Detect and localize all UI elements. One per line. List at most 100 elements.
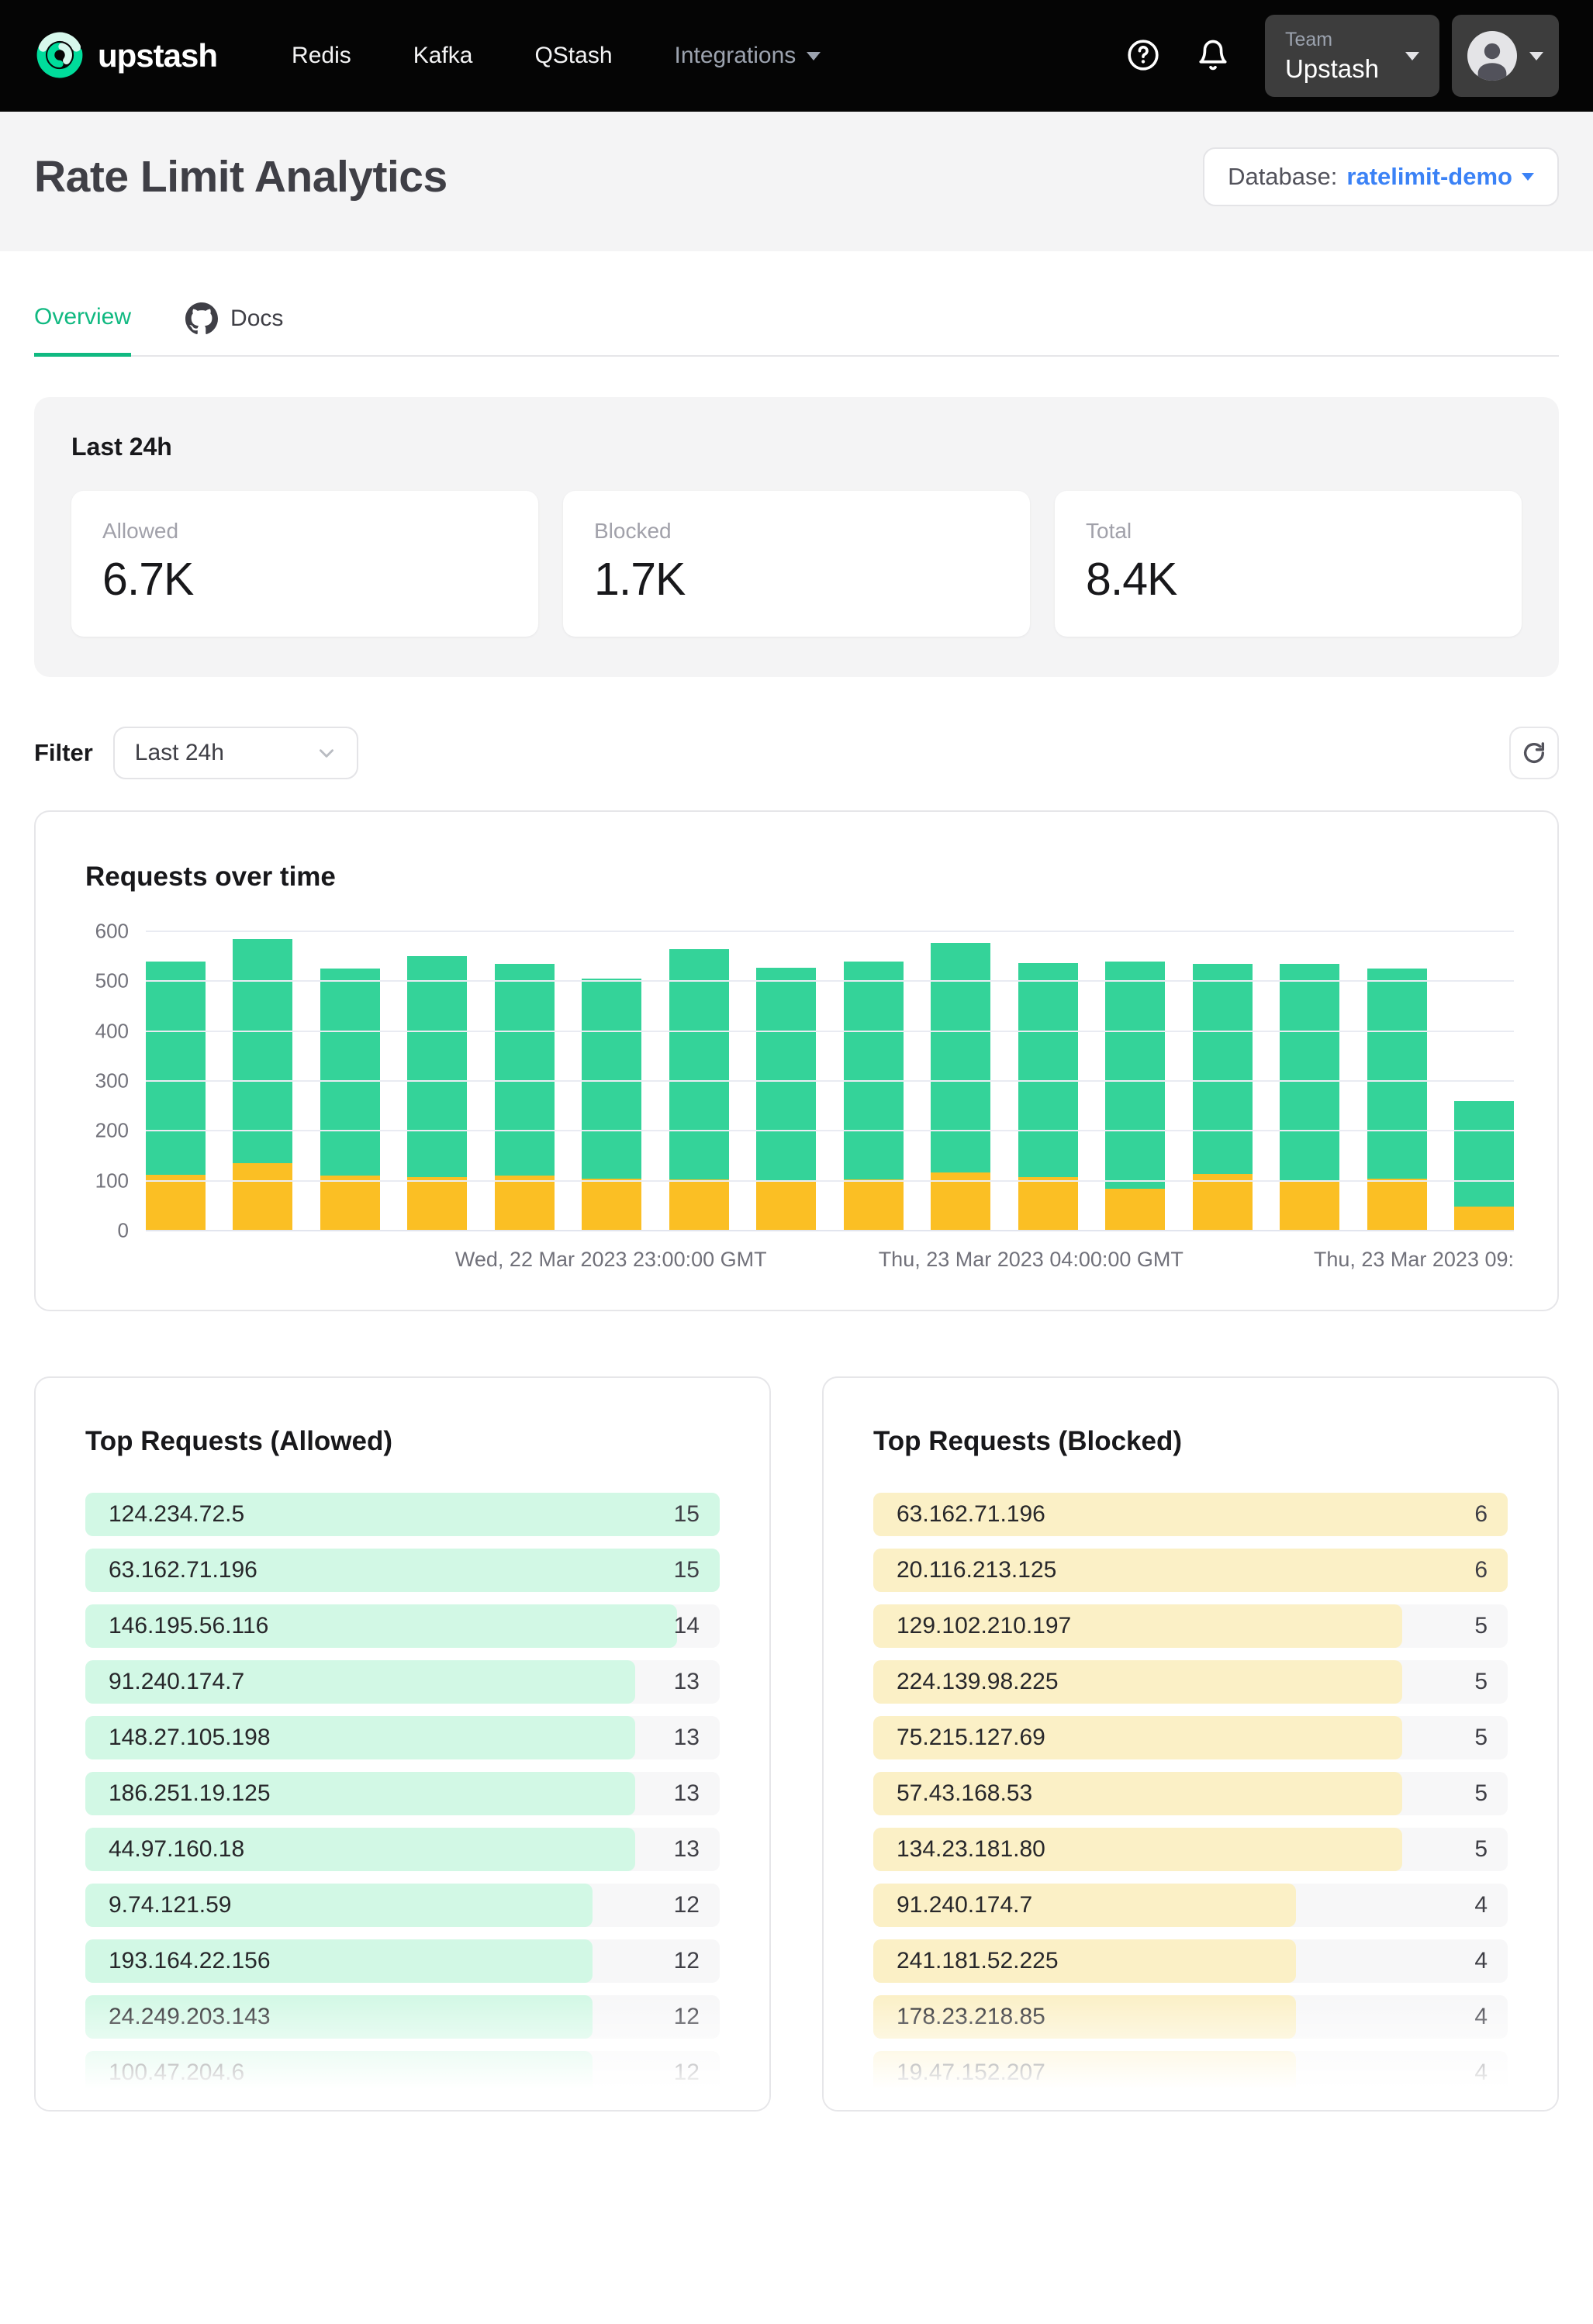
stat-card-blocked: Blocked 1.7K	[563, 491, 1030, 637]
stat-label: Total	[1086, 519, 1491, 544]
row-ip: 224.139.98.225	[897, 1669, 1059, 1695]
list-row: 44.97.160.18 13	[85, 1828, 720, 1871]
refresh-button[interactable]	[1509, 727, 1559, 779]
list-row: 124.234.72.5 15	[85, 1493, 720, 1536]
row-value: 15	[674, 1501, 700, 1528]
database-value: ratelimit-demo	[1346, 163, 1512, 191]
user-menu[interactable]	[1452, 15, 1559, 97]
list-row: 186.251.19.12513	[85, 1772, 720, 1815]
team-switcher[interactable]: Team Upstash	[1265, 15, 1439, 97]
row-value: 5	[1474, 1613, 1488, 1639]
stats-heading: Last 24h	[71, 433, 1522, 461]
upstash-logo-icon	[34, 29, 85, 84]
row-value: 6	[1474, 1557, 1488, 1583]
page-title: Rate Limit Analytics	[34, 151, 447, 202]
row-value: 4	[1474, 1948, 1488, 1974]
x-tick-label: Wed, 22 Mar 2023 23:00:00 GMT	[455, 1248, 767, 1272]
nav-link-kafka[interactable]: Kafka	[413, 43, 473, 69]
list-row: 75.215.127.69 5	[873, 1716, 1508, 1759]
y-tick-label: 0	[118, 1219, 129, 1243]
row-value: 12	[674, 1948, 700, 1974]
nav-link-integrations[interactable]: Integrations	[675, 43, 821, 69]
bar-blocked-segment	[495, 1176, 555, 1231]
list-row: 9.74.121.5912	[85, 1884, 720, 1927]
team-switcher-label: Team	[1285, 29, 1379, 51]
top-requests-allowed-card: Top Requests (Allowed) 124.234.72.5 15 63.…	[34, 1376, 771, 2112]
notifications-button[interactable]	[1197, 39, 1229, 74]
bar-blocked-segment	[407, 1177, 467, 1231]
chart-plot-area	[146, 931, 1514, 1231]
chevron-down-icon	[1529, 52, 1543, 60]
chevron-down-icon	[1405, 52, 1419, 60]
database-label: Database:	[1228, 163, 1337, 191]
y-tick-label: 400	[95, 1019, 129, 1043]
requests-over-time-card: Requests over time 0100200300400500600 W…	[34, 810, 1559, 1311]
row-ip: 178.23.218.85	[897, 2004, 1045, 2030]
list-row: 19.47.152.2074	[873, 2051, 1508, 2094]
stats-panel: Last 24h Allowed 6.7K Blocked 1.7K Total…	[34, 397, 1559, 677]
bar-blocked-segment	[1018, 1177, 1078, 1231]
bar-blocked-segment	[1193, 1174, 1253, 1231]
tab-docs[interactable]: Docs	[185, 302, 283, 357]
row-value: 13	[674, 1836, 700, 1863]
avatar	[1467, 31, 1517, 81]
database-selector[interactable]: Database: ratelimit-demo	[1203, 147, 1559, 206]
bar-allowed-segment	[495, 964, 555, 1176]
row-value: 5	[1474, 1780, 1488, 1807]
row-ip: 148.27.105.198	[109, 1725, 271, 1751]
bar-blocked-segment	[146, 1175, 206, 1231]
stat-card-allowed: Allowed 6.7K	[71, 491, 538, 637]
bar-allowed-segment	[1367, 969, 1427, 1179]
y-tick-label: 500	[95, 969, 129, 993]
row-value: 5	[1474, 1725, 1488, 1751]
bar-allowed-segment	[1193, 964, 1253, 1174]
tab-overview[interactable]: Overview	[34, 302, 131, 357]
list-row: 63.162.71.1966	[873, 1493, 1508, 1536]
list-row: 134.23.181.805	[873, 1828, 1508, 1871]
row-ip: 57.43.168.53	[897, 1780, 1032, 1807]
list-row: 63.162.71.19615	[85, 1549, 720, 1592]
blocked-list: 63.162.71.196620.116.213.1256129.102.210…	[873, 1493, 1508, 2094]
bar-allowed-segment	[1105, 962, 1165, 1189]
list-row: 224.139.98.225 5	[873, 1660, 1508, 1704]
list-title-blocked: Top Requests (Blocked)	[873, 1426, 1508, 1457]
github-icon	[185, 302, 218, 335]
nav-link-qstash[interactable]: QStash	[534, 43, 612, 69]
chart-title: Requests over time	[85, 862, 1514, 893]
list-row: 91.240.174.74	[873, 1884, 1508, 1927]
bar-allowed-segment	[669, 949, 729, 1180]
row-ip: 75.215.127.69	[897, 1725, 1045, 1751]
gridline	[146, 931, 1514, 932]
y-tick-label: 100	[95, 1169, 129, 1193]
bar-blocked-segment	[756, 1180, 816, 1231]
brand-wordmark: upstash	[98, 37, 217, 74]
row-ip: 20.116.213.125	[897, 1557, 1056, 1583]
stat-label: Blocked	[594, 519, 999, 544]
stat-value: 1.7K	[594, 553, 999, 606]
bar-allowed-segment	[756, 968, 816, 1180]
nav-right: Team Upstash	[1125, 15, 1559, 97]
help-button[interactable]	[1125, 37, 1161, 75]
list-row: 57.43.168.53 5	[873, 1772, 1508, 1815]
row-ip: 44.97.160.18	[109, 1836, 244, 1863]
time-range-select[interactable]: Last 24h	[113, 727, 358, 779]
filter-label: Filter	[34, 739, 93, 767]
page-header: Rate Limit Analytics Database: ratelimit…	[0, 112, 1593, 251]
row-ip: 63.162.71.196	[109, 1557, 257, 1583]
bar-blocked-segment	[320, 1176, 380, 1231]
row-ip: 63.162.71.196	[897, 1501, 1045, 1528]
row-ip: 124.234.72.5	[109, 1501, 244, 1528]
bar-allowed-segment	[1018, 963, 1078, 1178]
list-row: 178.23.218.854	[873, 1995, 1508, 2039]
tab-bar: Overview Docs	[34, 302, 1559, 357]
y-axis: 0100200300400500600	[85, 931, 146, 1231]
time-range-value: Last 24h	[135, 740, 224, 766]
row-value: 12	[674, 2004, 700, 2030]
list-title-allowed: Top Requests (Allowed)	[85, 1426, 720, 1457]
row-ip: 186.251.19.125	[109, 1780, 271, 1807]
refresh-icon	[1521, 740, 1547, 766]
nav-link-redis[interactable]: Redis	[292, 43, 351, 69]
upstash-brand[interactable]: upstash	[34, 29, 217, 84]
row-value: 12	[674, 1892, 700, 1918]
row-value: 5	[1474, 1669, 1488, 1695]
